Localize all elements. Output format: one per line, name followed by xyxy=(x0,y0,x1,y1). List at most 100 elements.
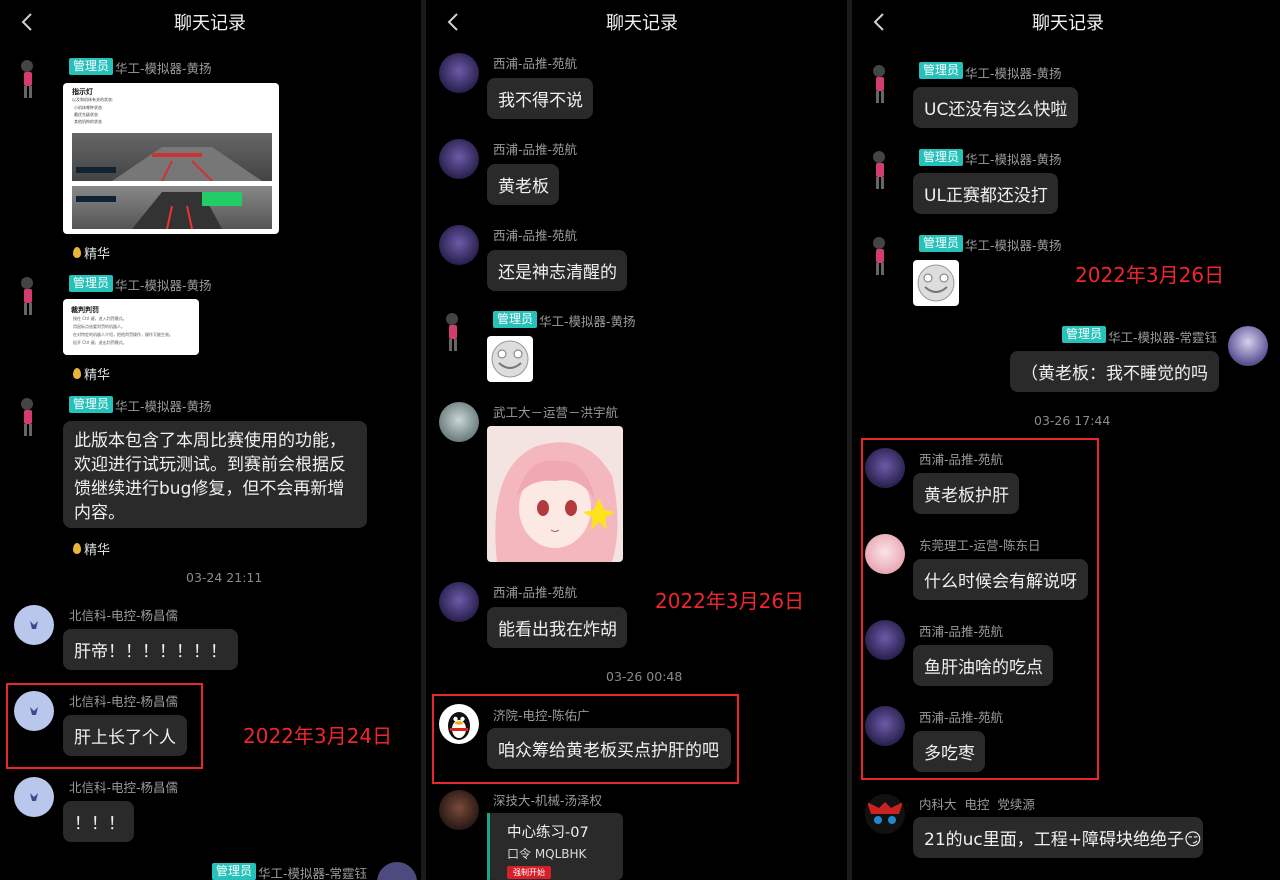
message-bubble[interactable]: 什么时候会有解说呀 xyxy=(913,559,1088,600)
admin-badge: 管理员 xyxy=(212,863,257,880)
drop-icon xyxy=(73,543,81,554)
sender-name: 西浦-品推-苑航 xyxy=(493,585,578,600)
admin-badge: 管理员 xyxy=(919,149,964,166)
avatar[interactable] xyxy=(865,448,905,488)
timestamp: 03-24 21:11 xyxy=(186,570,263,585)
avatar[interactable] xyxy=(868,235,892,277)
message-bubble[interactable]: 我不得不说 xyxy=(487,78,593,119)
admin-badge: 管理员 xyxy=(1062,326,1107,343)
card-list: 小机体哪种状态 最优先级状态 其他机构的状态 xyxy=(74,105,102,124)
card-title: 裁判判罚 xyxy=(71,306,99,314)
room-code: 口令 MQLBHK xyxy=(507,847,587,861)
avatar[interactable] xyxy=(441,311,465,353)
sender-name: 北信科-电控-杨昌儒 xyxy=(69,780,179,795)
avatar[interactable] xyxy=(16,58,40,100)
page-title: 聊天记录 xyxy=(1032,13,1104,34)
sender-name: 西浦-品推-苑航 xyxy=(919,624,1004,639)
back-arrow-icon[interactable] xyxy=(868,10,890,34)
message-bubble[interactable]: UC还没有这么快啦 xyxy=(913,87,1078,128)
image-message[interactable]: 指示灯 以及和机体有关的状态: 小机体哪种状态 最优先级状态 其他机构的状态 xyxy=(63,83,279,234)
avatar[interactable] xyxy=(14,691,54,731)
message-bubble[interactable]: ！！！ xyxy=(63,801,134,842)
sender-name: 华工-模拟器-黄扬 xyxy=(539,314,636,329)
avatar[interactable] xyxy=(439,53,479,93)
chat-panel-1: 聊天记录 管理员 华工-模拟器-黄扬 指示灯 以及和机体有关的状态: 小机体哪种… xyxy=(0,0,421,880)
face-sticker[interactable] xyxy=(487,336,533,382)
avatar[interactable] xyxy=(868,149,892,191)
avatar[interactable] xyxy=(439,402,479,442)
qq-penguin-avatar[interactable] xyxy=(439,704,479,744)
admin-badge: 管理员 xyxy=(919,235,964,252)
avatar[interactable] xyxy=(16,275,40,317)
sender-name: 东莞理工-运营-陈东日 xyxy=(919,538,1041,553)
message-bubble[interactable]: 21的uc里面，工程+障碍块绝绝子😏 xyxy=(913,817,1203,858)
avatar[interactable] xyxy=(14,777,54,817)
page-title: 聊天记录 xyxy=(174,13,246,34)
avatar[interactable] xyxy=(868,63,892,105)
message-bubble[interactable]: 此版本包含了本周比赛使用的功能，欢迎进行试玩测试。到赛前会根据反馈继续进行bug… xyxy=(63,421,367,528)
essence-tag: 精华 xyxy=(73,243,110,262)
avatar[interactable] xyxy=(865,794,905,834)
back-arrow-icon[interactable] xyxy=(16,10,38,34)
admin-badge: 管理员 xyxy=(919,62,964,79)
sender-name: 内科大 电控 党续源 xyxy=(919,797,1035,812)
avatar[interactable] xyxy=(865,620,905,660)
avatar[interactable] xyxy=(439,582,479,622)
message-bubble[interactable]: 咱众筹给黄老板买点护肝的吧 xyxy=(487,728,731,769)
face-sticker[interactable] xyxy=(913,260,959,306)
back-arrow-icon[interactable] xyxy=(442,10,464,34)
timestamp: 03-26 00:48 xyxy=(606,669,683,684)
timestamp: 03-26 17:44 xyxy=(1034,413,1111,428)
avatar[interactable] xyxy=(14,605,54,645)
message-bubble[interactable]: UL正赛都还没打 xyxy=(913,173,1058,214)
avatar[interactable] xyxy=(377,862,417,880)
card-title: 中心练习-07 xyxy=(507,825,589,841)
message-bubble[interactable]: 多吃枣 xyxy=(913,731,985,772)
avatar[interactable] xyxy=(1228,326,1268,366)
sender-name: 武工大－运营－洪宇航 xyxy=(493,405,619,420)
sender-name: 济院-电控-陈佑广 xyxy=(493,708,590,723)
force-start-button[interactable]: 强制开始 xyxy=(507,866,551,879)
card-list: 按住 Ctrl 键，进入判罚模式。 用鼠标点选要判罚的机器人。 在对特定的机器人介绍… xyxy=(73,316,173,345)
chat-panel-3: 聊天记录 管理员 华工-模拟器-黄扬 UC还没有这么快啦 管理员 华工-模拟器-… xyxy=(852,0,1280,880)
avatar[interactable] xyxy=(865,534,905,574)
essence-tag: 精华 xyxy=(73,539,110,558)
avatar[interactable] xyxy=(439,139,479,179)
message-bubble[interactable]: 能看出我在炸胡 xyxy=(487,607,627,648)
sender-name: 西浦-品推-苑航 xyxy=(919,452,1004,467)
game-room-card[interactable]: 中心练习-07 口令 MQLBHK 强制开始 xyxy=(487,813,623,880)
date-annotation: 2022年3月24日 xyxy=(243,724,393,748)
message-bubble[interactable]: （黄老板：我不睡觉的吗 xyxy=(1010,351,1219,392)
message-bubble[interactable]: 鱼肝油啥的吃点 xyxy=(913,645,1053,686)
screenshot-image xyxy=(72,133,272,181)
card-accent xyxy=(487,813,490,880)
message-bubble[interactable]: 黄老板 xyxy=(487,164,559,205)
sender-name: 深技大-机械-汤泽权 xyxy=(493,793,603,808)
date-annotation: 2022年3月26日 xyxy=(655,589,805,613)
card-sub: 以及和机体有关的状态: xyxy=(72,97,114,102)
sender-name: 西浦-品推-苑航 xyxy=(493,56,578,71)
avatar[interactable] xyxy=(439,790,479,830)
message-bubble[interactable]: 还是神志清醒的 xyxy=(487,250,627,291)
admin-badge: 管理员 xyxy=(69,58,114,75)
page-title: 聊天记录 xyxy=(606,13,678,34)
message-bubble[interactable]: 黄老板护肝 xyxy=(913,473,1019,514)
sender-name: 华工-模拟器-黄扬 xyxy=(965,152,1062,167)
sender-name: 西浦-品推-苑航 xyxy=(493,228,578,243)
avatar[interactable] xyxy=(439,225,479,265)
screenshot-image xyxy=(72,186,272,229)
admin-badge: 管理员 xyxy=(69,396,114,413)
avatar[interactable] xyxy=(865,706,905,746)
sender-name: 华工-模拟器-黄扬 xyxy=(115,399,212,414)
image-message[interactable]: 裁判判罚 按住 Ctrl 键，进入判罚模式。 用鼠标点选要判罚的机器人。 在对特定的… xyxy=(63,299,199,355)
message-bubble[interactable]: 肝上长了个人 xyxy=(63,715,187,756)
sender-name: 华工-模拟器-黄扬 xyxy=(115,61,212,76)
sender-name: 华工-模拟器-常霆钰 xyxy=(258,866,368,880)
date-annotation: 2022年3月26日 xyxy=(1075,263,1225,287)
sender-name: 华工-模拟器-黄扬 xyxy=(965,238,1062,253)
message-bubble[interactable]: 肝帝！！！！！！！ xyxy=(63,629,238,670)
avatar[interactable] xyxy=(16,396,40,438)
sender-name: 北信科-电控-杨昌儒 xyxy=(69,608,179,623)
anime-image[interactable] xyxy=(487,426,623,562)
sender-name: 北信科-电控-杨昌儒 xyxy=(69,694,179,709)
